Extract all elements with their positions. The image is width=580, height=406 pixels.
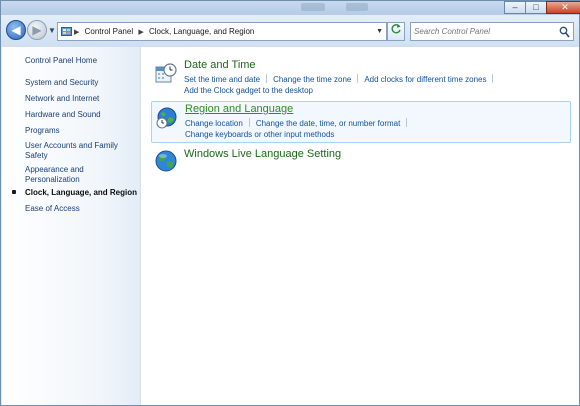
set-time-and-date-link[interactable]: Set the time and date	[184, 75, 260, 84]
sidebar-item-appearance[interactable]: Appearance and Personalization	[25, 165, 105, 185]
sidebar-item-user-accounts[interactable]: User Accounts and Family Safety	[25, 141, 125, 161]
date-and-time-links: Set the time and date Change the time zon…	[184, 74, 499, 84]
title-bar: – □ ✕	[1, 1, 580, 15]
clock-calendar-icon[interactable]	[154, 62, 178, 86]
control-panel-icon	[61, 26, 72, 43]
date-and-time-links-line2: Add the Clock gadget to the desktop	[184, 86, 313, 95]
address-dropdown-icon[interactable]: ▼	[376, 23, 383, 40]
globe-clock-icon[interactable]	[155, 106, 179, 130]
back-button[interactable]: ◀	[6, 20, 26, 40]
category-content: Date and Time Set the time and date Chang…	[141, 47, 579, 405]
globe-icon[interactable]	[154, 149, 178, 173]
date-and-time-group: Date and Time Set the time and date Chang…	[151, 59, 571, 99]
change-time-zone-link[interactable]: Change the time zone	[273, 75, 351, 84]
change-keyboards-link[interactable]: Change keyboards or other input methods	[185, 130, 334, 139]
search-icon[interactable]	[559, 25, 570, 43]
refresh-button[interactable]	[387, 22, 405, 41]
sidebar-item-network-and-internet[interactable]: Network and Internet	[25, 94, 137, 104]
control-panel-window: – □ ✕ ◀ ▶ ▼ ▶ Control Panel ▶ Clock, Lan…	[0, 0, 580, 406]
region-and-language-group[interactable]: Region and Language Change location Chang…	[151, 101, 571, 143]
add-clocks-link[interactable]: Add clocks for different time zones	[364, 75, 486, 84]
search-box[interactable]	[410, 22, 574, 41]
minimize-button[interactable]: –	[504, 1, 526, 14]
title-bar-ghost	[346, 3, 368, 11]
forward-button[interactable]: ▶	[27, 20, 47, 40]
link-divider	[406, 118, 408, 127]
address-bar[interactable]: ▶ Control Panel ▶ Clock, Language, and R…	[57, 22, 387, 41]
sidebar-item-hardware-and-sound[interactable]: Hardware and Sound	[25, 110, 137, 120]
active-item-bullet-icon	[12, 190, 16, 194]
link-divider	[357, 74, 359, 83]
date-and-time-title[interactable]: Date and Time	[184, 59, 256, 71]
windows-live-language-title[interactable]: Windows Live Language Setting	[184, 148, 341, 160]
recent-pages-dropdown[interactable]: ▼	[48, 26, 56, 35]
link-divider	[248, 118, 250, 127]
sidebar-item-ease-of-access[interactable]: Ease of Access	[25, 204, 137, 214]
region-and-language-links: Change location Change the date, time, or…	[185, 118, 413, 128]
close-button[interactable]: ✕	[546, 1, 580, 14]
sidebar-item-control-panel-home[interactable]: Control Panel Home	[25, 56, 137, 66]
maximize-button[interactable]: □	[525, 1, 547, 14]
breadcrumb-separator-icon[interactable]: ▶	[138, 29, 143, 36]
link-divider	[266, 74, 268, 83]
navigation-sidebar: Control Panel Home System and Security N…	[2, 47, 141, 405]
region-and-language-links-line2: Change keyboards or other input methods	[185, 130, 334, 139]
navigation-bar: ◀ ▶ ▼ ▶ Control Panel ▶ Clock, Language,…	[1, 15, 579, 47]
title-bar-ghost	[301, 3, 325, 11]
change-date-time-number-format-link[interactable]: Change the date, time, or number format	[256, 119, 401, 128]
sidebar-item-system-and-security[interactable]: System and Security	[25, 78, 137, 88]
change-location-link[interactable]: Change location	[185, 119, 243, 128]
breadcrumb-separator-icon[interactable]: ▶	[74, 29, 79, 36]
search-input[interactable]	[414, 25, 554, 38]
add-clock-gadget-link[interactable]: Add the Clock gadget to the desktop	[184, 86, 313, 95]
breadcrumb-control-panel[interactable]: Control Panel	[85, 27, 133, 36]
sidebar-item-clock-language-region[interactable]: Clock, Language, and Region	[25, 188, 137, 198]
refresh-icon	[391, 24, 401, 34]
region-and-language-title[interactable]: Region and Language	[185, 103, 293, 115]
sidebar-item-programs[interactable]: Programs	[25, 126, 137, 136]
windows-live-language-group: Windows Live Language Setting	[151, 146, 571, 174]
breadcrumb-clock-language-region[interactable]: Clock, Language, and Region	[149, 27, 254, 36]
link-divider	[492, 74, 494, 83]
